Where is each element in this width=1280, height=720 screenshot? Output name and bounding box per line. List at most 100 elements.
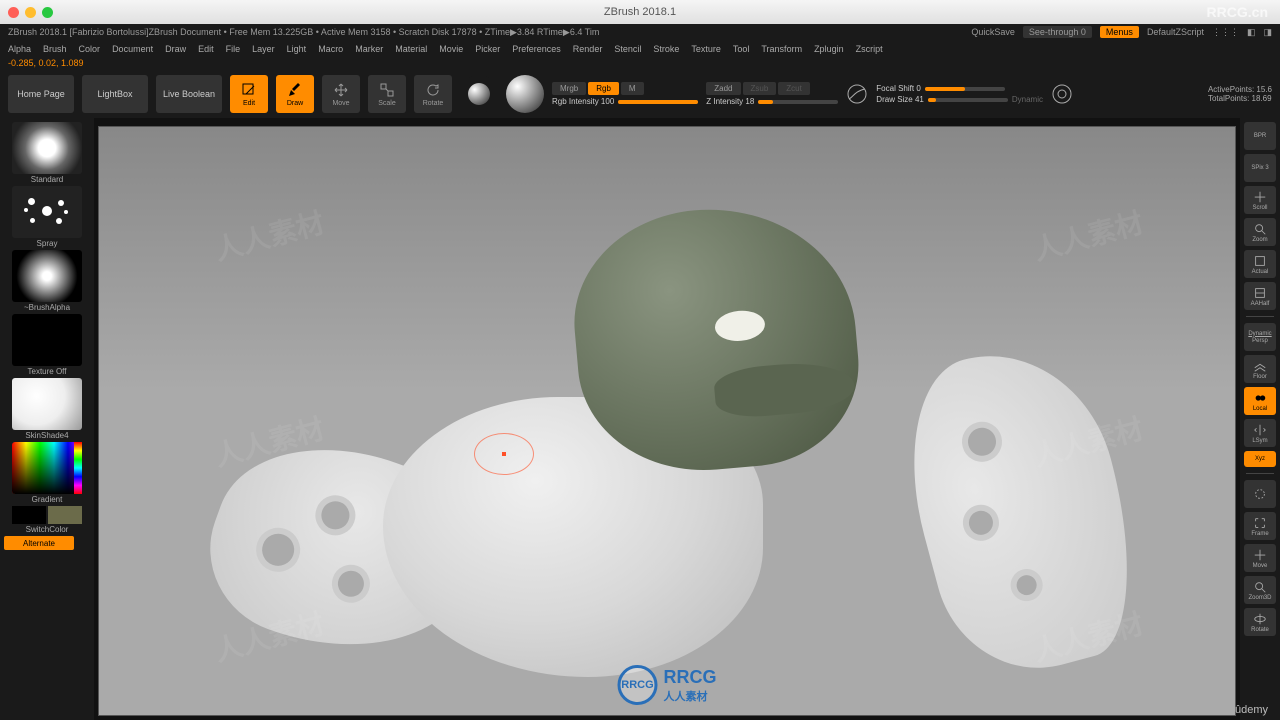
ui-icon-2[interactable]: ◨: [1263, 27, 1272, 38]
z-intensity-slider[interactable]: [758, 100, 838, 104]
menu-draw[interactable]: Draw: [165, 44, 186, 54]
menu-marker[interactable]: Marker: [355, 44, 383, 54]
menu-layer[interactable]: Layer: [252, 44, 275, 54]
size-curve-icon[interactable]: [1051, 83, 1073, 105]
bpr-button[interactable]: BPR: [1244, 122, 1276, 150]
draw-size-label[interactable]: Draw Size 41: [876, 95, 924, 104]
menu-tool[interactable]: Tool: [733, 44, 750, 54]
total-points: TotalPoints: 18.69: [1208, 94, 1272, 103]
close-button[interactable]: [8, 7, 19, 18]
menu-document[interactable]: Document: [112, 44, 153, 54]
menu-picker[interactable]: Picker: [475, 44, 500, 54]
menu-file[interactable]: File: [226, 44, 241, 54]
zadd-toggle[interactable]: Zadd: [706, 82, 740, 95]
draw-mode-button[interactable]: Draw: [276, 75, 314, 113]
viewport[interactable]: 人人素材 人人素材 人人素材 人人素材 人人素材 人人素材 RRCG RRCG人…: [98, 126, 1236, 716]
alpha-selector[interactable]: ~BrushAlpha: [4, 250, 90, 312]
default-zscript[interactable]: DefaultZScript: [1147, 27, 1204, 37]
rotate-mode-button[interactable]: Rotate: [414, 75, 452, 113]
brush-selector[interactable]: Standard: [4, 122, 90, 184]
aahalf-button[interactable]: AAHalf: [1244, 282, 1276, 310]
menu-color[interactable]: Color: [79, 44, 101, 54]
window-title: ZBrush 2018.1: [604, 6, 676, 18]
menus-toggle[interactable]: Menus: [1100, 26, 1139, 38]
menu-transform[interactable]: Transform: [761, 44, 802, 54]
bottom-watermark: ûdemy: [1235, 704, 1268, 716]
status-text: ZBrush 2018.1 [Fabrizio Bortolussi]ZBrus…: [8, 27, 963, 38]
menu-material[interactable]: Material: [395, 44, 427, 54]
texture-selector[interactable]: Texture Off: [4, 314, 90, 376]
zcut-toggle[interactable]: Zcut: [778, 82, 810, 95]
tool-bar: Home Page LightBox Live Boolean Edit Dra…: [0, 70, 1280, 118]
menu-preferences[interactable]: Preferences: [512, 44, 561, 54]
draw-size-slider[interactable]: [928, 98, 1008, 102]
alternate-button[interactable]: Alternate: [4, 536, 74, 550]
sculpt-model: [99, 127, 1235, 715]
see-through-slider[interactable]: See-through 0: [1023, 26, 1092, 38]
gyro-icon[interactable]: [460, 75, 498, 113]
rgb-intensity-slider[interactable]: [618, 100, 698, 104]
info-bar: ZBrush 2018.1 [Fabrizio Bortolussi]ZBrus…: [0, 24, 1280, 40]
persp-button[interactable]: DynamicPersp: [1244, 323, 1276, 351]
lsym-button[interactable]: LSym: [1244, 419, 1276, 447]
scroll-button[interactable]: Scroll: [1244, 186, 1276, 214]
menu-zscript[interactable]: Zscript: [856, 44, 883, 54]
lightbox-button[interactable]: LightBox: [82, 75, 148, 113]
menu-light[interactable]: Light: [287, 44, 307, 54]
rotate3d-button[interactable]: Rotate: [1244, 608, 1276, 636]
move3d-button[interactable]: Move: [1244, 544, 1276, 572]
zsub-toggle[interactable]: Zsub: [743, 82, 777, 95]
menu-edit[interactable]: Edit: [198, 44, 214, 54]
menu-stroke[interactable]: Stroke: [653, 44, 679, 54]
menu-movie[interactable]: Movie: [439, 44, 463, 54]
live-boolean-button[interactable]: Live Boolean: [156, 75, 222, 113]
maximize-button[interactable]: [42, 7, 53, 18]
mrgb-toggle[interactable]: Mrgb: [552, 82, 586, 95]
home-page-button[interactable]: Home Page: [8, 75, 74, 113]
rgb-intensity-label[interactable]: Rgb Intensity 100: [552, 97, 614, 106]
focal-curve-icon[interactable]: [846, 83, 868, 105]
active-points: ActivePoints: 15.6: [1208, 85, 1272, 94]
xyz-button[interactable]: Xyz: [1244, 451, 1276, 467]
move-mode-button[interactable]: Move: [322, 75, 360, 113]
floor-button[interactable]: Floor: [1244, 355, 1276, 383]
brush-cursor-icon: [474, 433, 534, 475]
menu-stencil[interactable]: Stencil: [614, 44, 641, 54]
focal-shift-slider[interactable]: [925, 87, 1005, 91]
material-sphere-icon[interactable]: [506, 75, 544, 113]
menu-bar: Alpha Brush Color Document Draw Edit Fil…: [0, 40, 1280, 58]
m-toggle[interactable]: M: [621, 82, 644, 95]
zoom-button[interactable]: Zoom: [1244, 218, 1276, 246]
ui-icon[interactable]: ◧: [1247, 27, 1256, 38]
scale-mode-button[interactable]: Scale: [368, 75, 406, 113]
mac-titlebar: ZBrush 2018.1: [0, 0, 1280, 24]
frame-button[interactable]: Frame: [1244, 512, 1276, 540]
transp-button[interactable]: [1244, 480, 1276, 508]
spix-button[interactable]: SPix 3: [1244, 154, 1276, 182]
canvas-area: 人人素材 人人素材 人人素材 人人素材 人人素材 人人素材 RRCG RRCG人…: [94, 118, 1240, 720]
menu-alpha[interactable]: Alpha: [8, 44, 31, 54]
menu-brush[interactable]: Brush: [43, 44, 67, 54]
switch-color[interactable]: SwitchColor: [4, 506, 90, 534]
stroke-selector[interactable]: Spray: [4, 186, 90, 248]
actual-button[interactable]: Actual: [1244, 250, 1276, 278]
color-picker[interactable]: Gradient: [4, 442, 90, 504]
zoom3d-button[interactable]: Zoom3D: [1244, 576, 1276, 604]
focal-shift-label[interactable]: Focal Shift 0: [876, 84, 920, 93]
dynamic-label[interactable]: Dynamic: [1012, 95, 1043, 104]
material-selector[interactable]: SkinShade4: [4, 378, 90, 440]
top-watermark: RRCG.cn: [1207, 4, 1268, 20]
z-intensity-label[interactable]: Z Intensity 18: [706, 97, 754, 106]
minimize-button[interactable]: [25, 7, 36, 18]
quicksave-button[interactable]: QuickSave: [971, 27, 1015, 37]
rgb-toggle[interactable]: Rgb: [588, 82, 619, 95]
right-panel: BPR SPix 3 Scroll Zoom Actual AAHalf Dyn…: [1240, 118, 1280, 720]
local-button[interactable]: Local: [1244, 387, 1276, 415]
menu-zplugin[interactable]: Zplugin: [814, 44, 844, 54]
cursor-coords: -0.285, 0.02, 1.089: [0, 58, 1280, 70]
menu-macro[interactable]: Macro: [318, 44, 343, 54]
config-icon[interactable]: ⋮⋮⋮: [1212, 27, 1239, 38]
menu-texture[interactable]: Texture: [691, 44, 721, 54]
menu-render[interactable]: Render: [573, 44, 603, 54]
edit-mode-button[interactable]: Edit: [230, 75, 268, 113]
